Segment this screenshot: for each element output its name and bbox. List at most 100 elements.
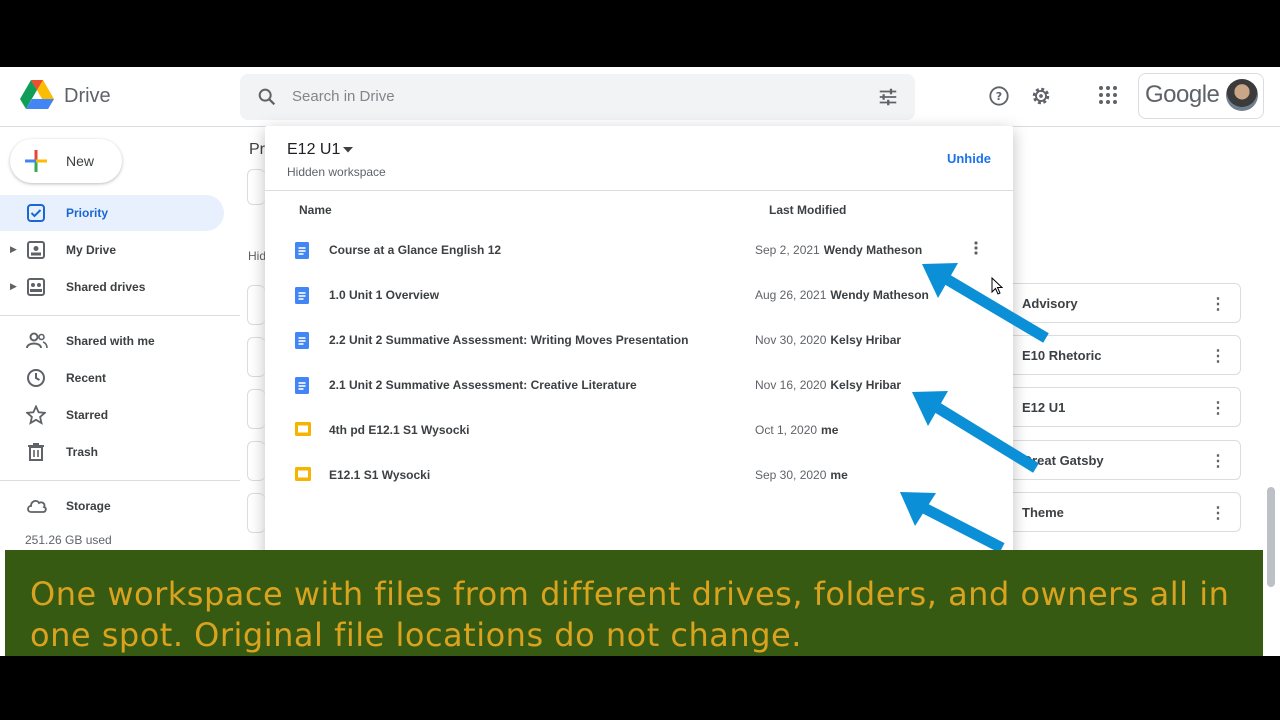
expand-caret-icon[interactable]: ▶ [10, 244, 17, 255]
file-row[interactable]: 2.1 Unit 2 Summative Assessment: Creativ… [265, 363, 1013, 407]
workspace-card-left-edge[interactable] [247, 441, 265, 481]
modified-by: Kelsy Hribar [830, 378, 902, 392]
modified-by: Kelsy Hribar [830, 333, 902, 347]
workspace-card-left-edge[interactable] [247, 337, 265, 377]
more-options-icon[interactable]: ⋮ [1210, 451, 1226, 471]
svg-text:?: ? [996, 90, 1002, 103]
workspace-card-e10-rhetoric[interactable]: E10 Rhetoric ⋮ [1012, 335, 1241, 375]
modified-by: Wendy Matheson [823, 243, 923, 257]
workspace-name: Great Gatsby [1022, 453, 1104, 468]
modified-date: Nov 16, 2020 [755, 378, 827, 392]
more-options-icon[interactable]: ⋮ [1210, 398, 1226, 418]
workspace-card-advisory[interactable]: Advisory ⋮ [1012, 283, 1241, 323]
workspace-subtitle: Hidden workspace [287, 165, 386, 179]
file-row[interactable]: 1.0 Unit 1 Overview Aug 26, 2021 Wendy Mat… [265, 273, 1013, 317]
file-row[interactable]: E12.1 S1 Wysocki Sep 30, 2020 me [265, 453, 1013, 497]
more-options-icon[interactable]: ⋮ [1210, 503, 1226, 523]
workspace-card-great-gatsby[interactable]: Great Gatsby ⋮ [1012, 440, 1241, 480]
sidebar-item-label: Recent [66, 371, 107, 385]
file-row[interactable]: 4th pd E12.1 S1 Wysocki Oct 1, 2020 me [265, 408, 1013, 452]
workspace-card-e12-u1[interactable]: E12 U1 ⋮ [1012, 387, 1241, 427]
column-header-name[interactable]: Name [299, 203, 332, 217]
caption-text: One workspace with files from different … [30, 575, 1230, 654]
file-name: Course at a Glance English 12 [329, 243, 502, 257]
workspace-name: E10 Rhetoric [1022, 348, 1102, 363]
sidebar-item-priority[interactable]: Priority [0, 195, 224, 231]
search-icon[interactable] [256, 86, 278, 108]
sidebar-item-label: Trash [66, 445, 99, 459]
file-name: 4th pd E12.1 S1 Wysocki [329, 423, 470, 437]
google-slides-icon [295, 422, 311, 441]
column-header-last-modified[interactable]: Last Modified [769, 203, 846, 217]
my-drive-icon [27, 241, 45, 259]
workspace-card-left-edge[interactable] [247, 493, 265, 533]
unhide-button[interactable]: Unhide [947, 151, 991, 166]
more-options-icon[interactable]: ⋮ [1210, 346, 1226, 366]
cloud-icon [27, 499, 47, 513]
sidebar-item-storage[interactable]: Storage [0, 488, 224, 524]
workspace-name: Advisory [1022, 296, 1078, 311]
modified-by: Wendy Matheson [830, 288, 929, 302]
new-button-label: New [66, 153, 95, 169]
more-options-icon[interactable] [973, 240, 979, 256]
top-bar: Drive Search in Drive ? Google [0, 67, 1280, 127]
modified-date: Sep 30, 2020 [755, 468, 827, 482]
workspace-name: Theme [1022, 505, 1064, 520]
caption-banner: One workspace with files from different … [5, 550, 1263, 656]
file-last-modified: Nov 30, 2020 Kelsy Hribar [755, 333, 901, 347]
apps-grid-icon[interactable] [1098, 85, 1118, 105]
file-row[interactable]: 2.2 Unit 2 Summative Assessment: Writing… [265, 318, 1013, 362]
dropdown-arrow-icon[interactable] [343, 147, 353, 153]
avatar[interactable] [1226, 79, 1258, 111]
settings-gear-icon[interactable] [1030, 85, 1052, 107]
clock-icon [27, 369, 45, 387]
storage-usage-text: 251.26 GB used [25, 533, 112, 547]
google-docs-icon [295, 242, 309, 264]
page-title: Pr [249, 141, 265, 158]
search-bar[interactable]: Search in Drive [240, 74, 915, 120]
file-last-modified: Aug 26, 2021 Wendy Matheson [755, 288, 929, 302]
dialog-divider [265, 190, 1013, 191]
modified-date: Sep 2, 2021 [755, 243, 820, 257]
workspace-title[interactable]: E12 U1 [287, 141, 340, 159]
modified-date: Nov 30, 2020 [755, 333, 827, 347]
file-name: 1.0 Unit 1 Overview [329, 288, 440, 302]
search-options-icon[interactable] [877, 86, 899, 108]
help-icon[interactable]: ? [988, 85, 1010, 107]
workspace-card-left-edge[interactable] [247, 389, 265, 429]
scrollbar[interactable] [1267, 487, 1275, 587]
workspace-name: E12 U1 [1022, 400, 1066, 415]
sidebar-item-starred[interactable]: Starred [0, 397, 224, 433]
star-icon [26, 405, 46, 425]
file-name: E12.1 S1 Wysocki [329, 468, 431, 482]
google-docs-icon [295, 377, 309, 399]
sidebar-item-label: Priority [66, 206, 109, 220]
modified-by: me [821, 423, 839, 437]
file-row[interactable]: Course at a Glance English 12 Sep 2, 2021… [265, 228, 1013, 272]
workspace-card-theme[interactable]: Theme ⋮ [1012, 492, 1241, 532]
file-name: 2.1 Unit 2 Summative Assessment: Creativ… [329, 378, 637, 392]
file-name: 2.2 Unit 2 Summative Assessment: Writing… [329, 333, 689, 347]
drive-logo-icon[interactable] [20, 79, 54, 111]
mouse-cursor-icon [991, 277, 1003, 295]
workspace-card-left-edge[interactable] [247, 285, 265, 325]
google-docs-icon [295, 287, 309, 309]
expand-caret-icon[interactable]: ▶ [10, 281, 17, 292]
app-name[interactable]: Drive [64, 85, 111, 108]
trash-icon [28, 443, 44, 461]
google-wordmark: Google [1145, 81, 1220, 108]
google-slides-icon [295, 467, 311, 486]
file-last-modified: Sep 30, 2020 me [755, 468, 848, 482]
sidebar-item-label: Shared with me [66, 334, 155, 348]
sidebar-item-shared-with-me[interactable]: Shared with me [0, 323, 224, 359]
sidebar-item-shared-drives[interactable]: ▶ Shared drives [0, 269, 224, 305]
suggested-card[interactable] [247, 169, 265, 205]
new-button[interactable]: New [10, 139, 122, 183]
sidebar-divider [0, 315, 240, 316]
section-heading: Hid [248, 249, 267, 263]
more-options-icon[interactable]: ⋮ [1210, 294, 1226, 314]
search-input[interactable]: Search in Drive [292, 88, 395, 105]
sidebar-item-my-drive[interactable]: ▶ My Drive [0, 232, 224, 268]
sidebar-item-recent[interactable]: Recent [0, 360, 224, 396]
sidebar-item-trash[interactable]: Trash [0, 434, 224, 470]
